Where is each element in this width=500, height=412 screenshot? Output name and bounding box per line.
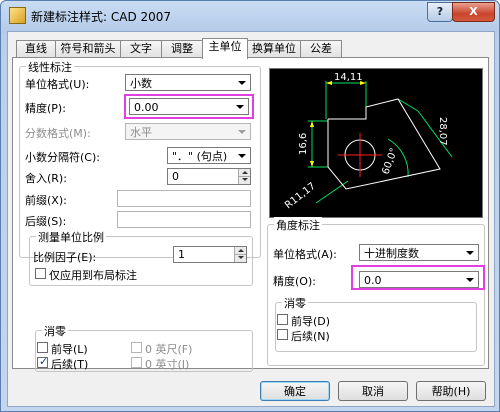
unit-format-select[interactable]: 小数: [125, 74, 251, 91]
trailing-zero-label: 后续(T): [51, 358, 89, 371]
prefix-input[interactable]: [117, 190, 251, 207]
layout-only-checkbox[interactable]: [35, 268, 46, 279]
tab-lines[interactable]: 直线: [16, 40, 56, 57]
cancel-button[interactable]: 取消: [338, 381, 408, 401]
angle-trailing-zero-label: 后续(N): [291, 330, 330, 343]
zero-linear-group-title: 消零: [42, 323, 68, 339]
preview-dim-right: 28,07: [437, 117, 448, 146]
dropdown-arrow-icon: [238, 130, 246, 134]
help-title-button[interactable]: ?: [427, 2, 453, 22]
trailing-zero-checkbox[interactable]: ✓: [37, 355, 49, 368]
dimension-preview: 14,11 16,6 28,07 60,0° R11,17: [269, 68, 483, 218]
angle-precision-highlight: [351, 265, 485, 290]
help-button[interactable]: 帮助(H): [416, 381, 486, 401]
dropdown-arrow-icon: [466, 251, 474, 255]
spin-down-icon[interactable]: [238, 177, 250, 184]
tab-text[interactable]: 文字: [120, 40, 162, 57]
angle-leading-zero-checkbox[interactable]: [277, 314, 288, 325]
zero-inches-label: 0 英寸(I): [145, 358, 190, 371]
fraction-format-select[interactable]: 水平: [125, 123, 251, 140]
close-button[interactable]: X: [452, 2, 495, 22]
prefix-label: 前缀(X):: [25, 194, 67, 207]
scale-group-title: 测量单位比例: [36, 229, 106, 245]
zero-feet-label: 0 英尺(F): [145, 343, 193, 356]
zero-inches-checkbox[interactable]: [131, 357, 142, 368]
spin-up-icon[interactable]: [234, 247, 246, 255]
decimal-separator-select[interactable]: "．" (句点): [167, 147, 251, 164]
dialog-window: 新建标注样式: CAD 2007 ? X 直线 符号和箭头 文字 调整 主单位 …: [0, 0, 500, 412]
leading-zero-checkbox[interactable]: [37, 342, 48, 353]
angle-unit-format-select[interactable]: 十进制度数: [359, 244, 479, 261]
angular-group-title: 角度标注: [274, 217, 322, 233]
zero-angular-group-title: 消零: [282, 295, 308, 311]
precision-highlight: [124, 94, 254, 119]
ok-button[interactable]: 确定: [260, 381, 330, 401]
scale-factor-label: 比例因子(E):: [33, 251, 97, 264]
layout-only-label: 仅应用到布局标注: [49, 269, 137, 282]
window-title: 新建标注样式: CAD 2007: [31, 10, 172, 24]
primary-units-panel: 线性标注 单位格式(U): 小数 精度(P): 0.00 分数格式(M): 水平…: [12, 57, 489, 372]
roundoff-value: 0: [172, 170, 179, 183]
scale-factor-spinner[interactable]: 1: [173, 246, 247, 263]
unit-format-label: 单位格式(U):: [25, 78, 90, 91]
unit-format-value: 小数: [130, 77, 152, 90]
roundoff-spinner[interactable]: 0: [167, 168, 251, 185]
zero-feet-checkbox[interactable]: [131, 342, 142, 353]
fraction-format-label: 分数格式(M):: [25, 127, 91, 140]
decimal-separator-value: "．" (句点): [172, 150, 228, 163]
preview-drawing: 14,11 16,6 28,07 60,0° R11,17: [283, 72, 453, 212]
roundoff-label: 舍入(R):: [25, 172, 67, 185]
checkmark-icon: ✓: [39, 355, 49, 368]
title-bar: 新建标注样式: CAD 2007 ? X: [1, 1, 499, 31]
tab-tolerances[interactable]: 公差: [300, 40, 342, 57]
angle-trailing-zero-checkbox[interactable]: [277, 329, 288, 340]
dropdown-arrow-icon: [238, 154, 246, 158]
preview-dim-top: 14,11: [334, 72, 363, 83]
tab-primary-units[interactable]: 主单位: [202, 38, 248, 59]
dropdown-arrow-icon: [238, 81, 246, 85]
preview-dim-left: 16,6: [298, 133, 309, 155]
preview-dim-radius: R11,17: [283, 181, 318, 212]
decimal-separator-label: 小数分隔符(C):: [25, 151, 100, 164]
suffix-label: 后缀(S):: [25, 215, 67, 228]
tab-symbols-arrows[interactable]: 符号和箭头: [55, 40, 121, 57]
suffix-input[interactable]: [117, 211, 251, 228]
preview-dim-angle: 60,0°: [380, 147, 400, 176]
spin-down-icon[interactable]: [234, 255, 246, 262]
fraction-format-value: 水平: [130, 126, 152, 139]
tab-alternate-units[interactable]: 换算单位: [247, 40, 301, 57]
spin-up-icon[interactable]: [238, 169, 250, 177]
precision-label: 精度(P):: [25, 102, 66, 115]
angle-leading-zero-label: 前导(D): [291, 315, 331, 328]
angle-unit-format-label: 单位格式(A):: [273, 248, 337, 261]
scale-factor-value: 1: [178, 248, 185, 261]
leading-zero-label: 前导(L): [51, 343, 88, 356]
tab-fit[interactable]: 调整: [161, 40, 203, 57]
app-icon: [9, 7, 26, 24]
dialog-client: 直线 符号和箭头 文字 调整 主单位 换算单位 公差 线性标注 单位格式(U):…: [7, 31, 495, 407]
angle-precision-label: 精度(O):: [273, 275, 316, 288]
linear-group-title: 线性标注: [26, 59, 74, 75]
angle-unit-format-value: 十进制度数: [364, 247, 419, 260]
